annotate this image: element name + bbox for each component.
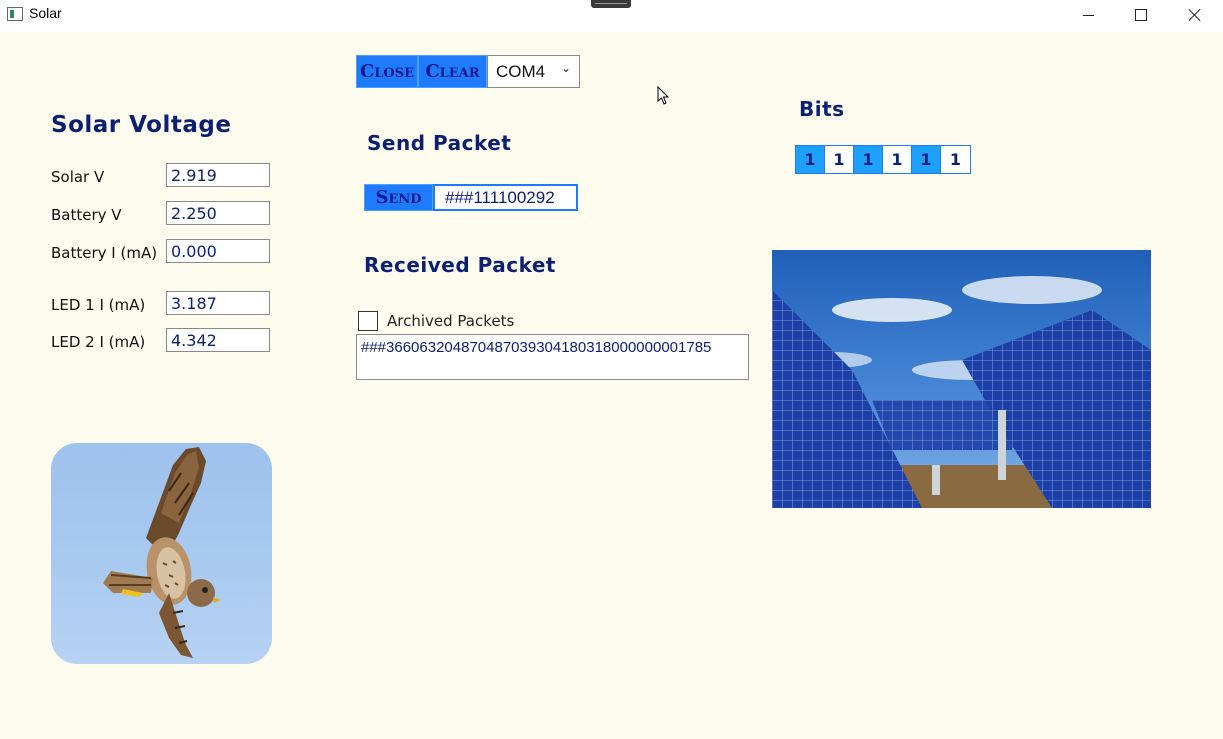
archived-packets-label: Archived Packets [387,312,515,330]
bit-5[interactable]: 1 [912,146,941,173]
port-select-value: COM4 [496,62,546,81]
received-packet-field[interactable]: ###3660632048704870393041803180000000017… [356,334,749,380]
minimize-icon [1082,14,1094,16]
bit-2[interactable]: 1 [825,146,854,173]
solar-v-label: Solar V [51,168,105,186]
drag-grip-icon[interactable] [591,0,631,8]
bits-row: 1 1 1 1 1 1 [795,145,971,174]
chevron-down-icon: ⌄ [560,61,571,75]
close-icon [1188,8,1202,22]
archived-packets-checkbox[interactable] [358,311,378,331]
led1-i-label: LED 1 I (mA) [51,296,146,314]
mouse-cursor-icon [657,86,670,105]
bit-1[interactable]: 1 [796,146,825,173]
app-icon [7,7,23,21]
clear-button[interactable]: Clear [418,55,487,88]
battery-i-label: Battery I (mA) [51,244,158,262]
bit-3[interactable]: 1 [854,146,883,173]
solar-v-field[interactable]: 2.919 [166,163,270,187]
title-bar: Solar [0,0,1223,32]
minimize-button[interactable] [1061,0,1115,30]
battery-v-label: Battery V [51,206,122,224]
led2-i-field[interactable]: 4.342 [166,328,270,352]
send-packet-input[interactable]: ###111100292 [433,184,578,211]
port-select[interactable]: COM4 ⌄ [487,55,580,88]
close-window-button[interactable] [1168,0,1222,30]
bits-heading: Bits [799,97,845,121]
close-port-button[interactable]: Close [356,55,418,88]
maximize-icon [1135,9,1147,21]
kestrel-bird-image [51,443,272,664]
received-packet-heading: Received Packet [364,253,556,277]
solar-voltage-heading: Solar Voltage [51,112,232,138]
window-title: Solar [29,5,62,21]
battery-v-field[interactable]: 2.250 [166,201,270,225]
bit-6[interactable]: 1 [941,146,970,173]
send-button[interactable]: Send [364,184,433,211]
solar-panels-image [772,250,1151,508]
bit-4[interactable]: 1 [883,146,912,173]
led1-i-field[interactable]: 3.187 [166,291,270,315]
maximize-button[interactable] [1114,0,1168,30]
battery-i-field[interactable]: 0.000 [166,239,270,263]
led2-i-label: LED 2 I (mA) [51,333,146,351]
send-packet-heading: Send Packet [367,131,512,155]
